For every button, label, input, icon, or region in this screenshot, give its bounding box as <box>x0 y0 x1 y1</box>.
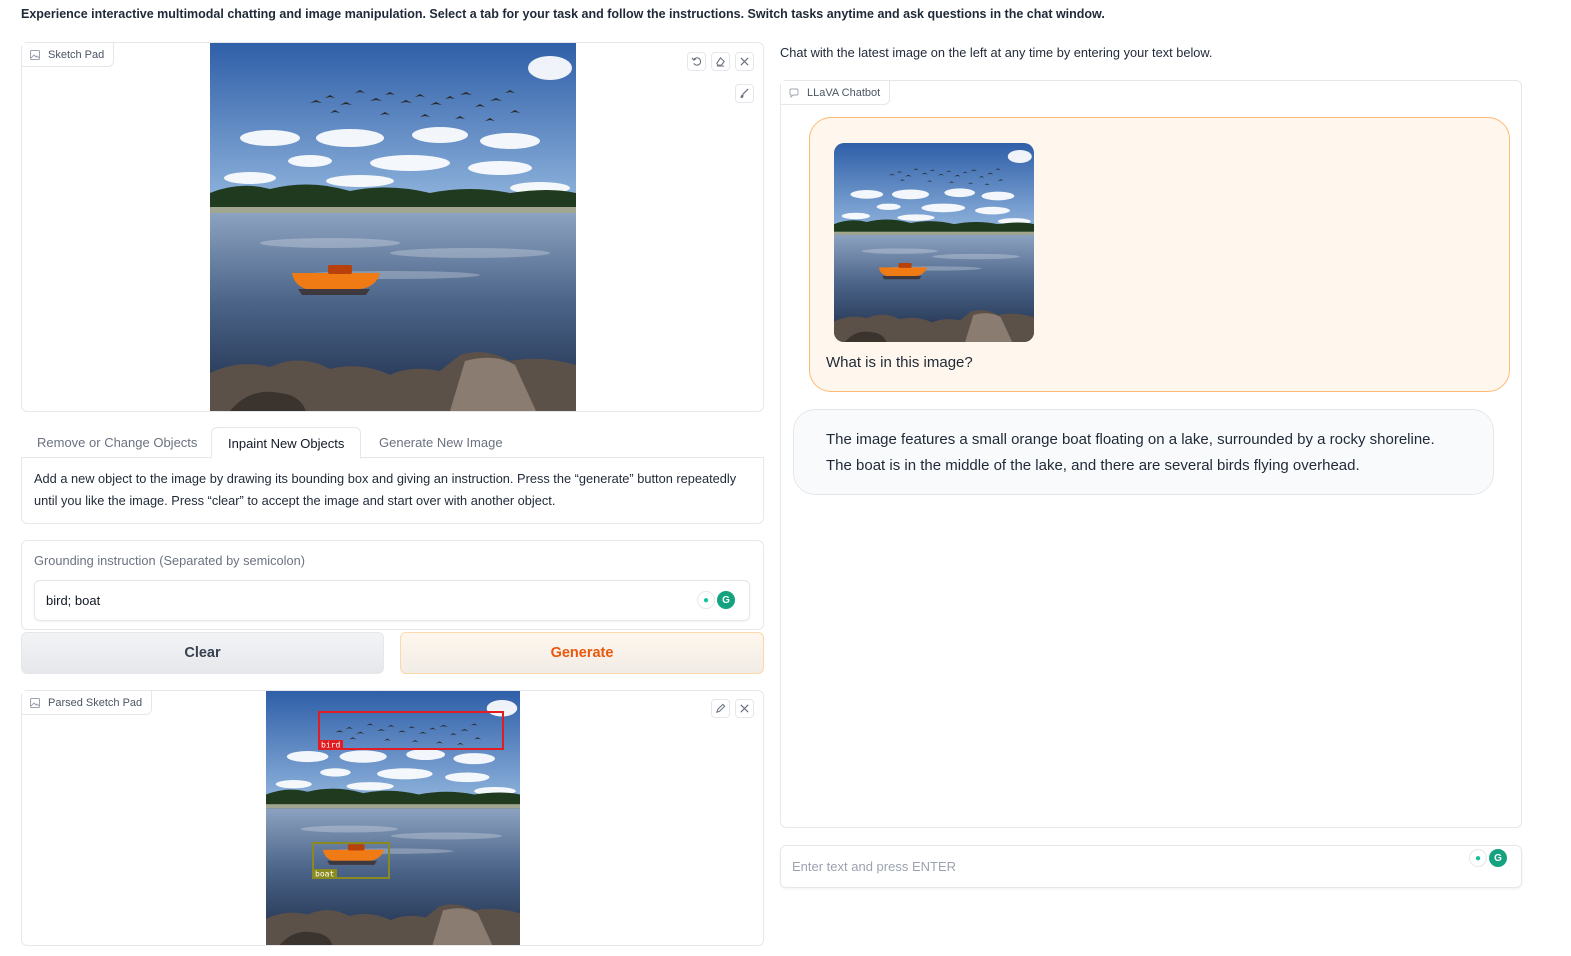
edit-button[interactable] <box>711 699 730 718</box>
generate-button[interactable]: Generate <box>400 632 764 674</box>
undo-button[interactable] <box>687 52 706 71</box>
eraser-button[interactable] <box>711 52 730 71</box>
bulb-icon[interactable]: ● <box>1469 849 1487 867</box>
sketch-pad-image[interactable] <box>210 43 576 411</box>
pencil-icon <box>716 703 726 713</box>
brush-icon <box>740 88 749 99</box>
tab-inpaint[interactable]: Inpaint New Objects <box>211 427 362 459</box>
grammarly-icon[interactable]: G <box>717 591 735 609</box>
user-message: What is in this image? <box>809 117 1510 392</box>
image-icon <box>30 49 40 60</box>
close-icon <box>740 57 749 66</box>
chatbot-badge: LLaVA Chatbot <box>781 81 891 105</box>
clear-parsed-button[interactable] <box>735 699 754 718</box>
user-message-image <box>834 143 1034 342</box>
bird-box-label: bird <box>321 741 340 750</box>
grammarly-icons: ● G <box>697 591 735 609</box>
sketch-pad-label: Sketch Pad <box>48 48 105 61</box>
bulb-icon[interactable]: ● <box>697 591 715 609</box>
clear-image-button[interactable] <box>735 52 754 71</box>
parsed-image: bird boat <box>266 691 520 945</box>
tab-instructions: Add a new object to the image by drawing… <box>21 457 764 524</box>
grammarly-icon[interactable]: G <box>1489 849 1507 867</box>
grounding-panel: Grounding instruction (Separated by semi… <box>21 540 764 630</box>
sketch-pad-badge: Sketch Pad <box>22 43 115 67</box>
grammarly-icons: ● G <box>1469 849 1507 867</box>
user-message-text: What is in this image? <box>826 354 973 371</box>
grounding-input[interactable]: bird; boat ● G <box>34 580 750 621</box>
chatbot-panel: LLaVA Chatbot What is in this image? The… <box>780 80 1522 828</box>
chat-input[interactable]: Enter text and press ENTER ● G <box>780 845 1522 888</box>
header-description: Experience interactive multimodal chatti… <box>21 7 1105 21</box>
image-icon <box>30 697 40 708</box>
parsed-sketch-pad-label: Parsed Sketch Pad <box>48 696 143 709</box>
close-icon <box>740 704 749 713</box>
boat-box-label: boat <box>315 870 334 879</box>
undo-icon <box>691 57 702 66</box>
chat-icon <box>789 88 799 98</box>
chat-caption: Chat with the latest image on the left a… <box>780 45 1213 60</box>
sketch-pad[interactable]: Sketch Pad <box>21 42 764 412</box>
parsed-sketch-pad: Parsed Sketch Pad bird boat <box>21 690 764 946</box>
tab-generate-image[interactable]: Generate New Image <box>363 427 519 458</box>
grounding-label: Grounding instruction (Separated by semi… <box>34 553 306 568</box>
chatbot-label: LLaVA Chatbot <box>807 86 881 99</box>
bot-message: The image features a small orange boat f… <box>793 409 1494 495</box>
parsed-sketch-pad-badge: Parsed Sketch Pad <box>22 691 153 715</box>
eraser-icon <box>716 56 725 67</box>
clear-button[interactable]: Clear <box>21 632 384 674</box>
chat-input-placeholder: Enter text and press ENTER <box>792 859 957 874</box>
task-tabs: Remove or Change Objects Inpaint New Obj… <box>21 427 764 459</box>
tab-remove-change[interactable]: Remove or Change Objects <box>21 427 213 458</box>
brush-button[interactable] <box>735 84 754 103</box>
grounding-input-value: bird; boat <box>46 593 101 608</box>
